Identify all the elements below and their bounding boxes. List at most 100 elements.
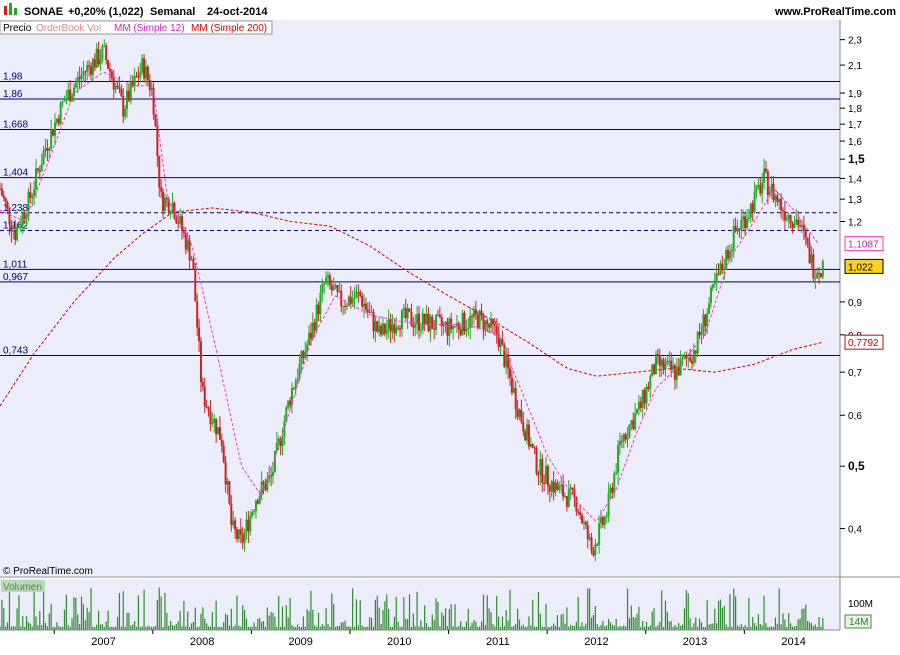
volume-bar xyxy=(340,622,342,630)
candle-body xyxy=(738,228,741,230)
volume-bar xyxy=(539,613,541,630)
volume-bar xyxy=(619,626,621,630)
volume-bar xyxy=(469,626,471,630)
volume-bar xyxy=(465,621,467,630)
candle-body xyxy=(203,386,206,407)
candle-body xyxy=(427,313,430,332)
volume-bar xyxy=(50,604,52,630)
volume-bar xyxy=(374,599,376,630)
candle-body xyxy=(226,481,229,485)
volume-bar xyxy=(414,626,416,630)
candle-body xyxy=(668,360,671,362)
volume-bar xyxy=(649,625,651,630)
x-tick-label: 2008 xyxy=(190,636,214,648)
volume-bar xyxy=(90,588,92,630)
candle-body xyxy=(421,313,424,330)
volume-bar xyxy=(693,623,695,630)
candle-body xyxy=(641,389,644,408)
volume-bar xyxy=(501,616,504,630)
volume-bar xyxy=(642,620,644,630)
y-tick-label: 0,9 xyxy=(848,298,862,309)
volume-bar xyxy=(346,626,348,630)
volume-bar xyxy=(498,616,500,630)
volume-bar xyxy=(560,614,562,630)
volume-bar xyxy=(262,621,265,630)
candle-body xyxy=(116,85,119,87)
legend-ma12[interactable]: MM (Simple 12) xyxy=(114,23,185,34)
candle-body xyxy=(336,285,339,292)
volume-bar xyxy=(611,624,613,630)
volume-bar xyxy=(82,604,85,630)
volume-bar xyxy=(573,625,576,630)
volume-bar xyxy=(706,600,708,630)
legend-ma200[interactable]: MM (Simple 200) xyxy=(191,23,267,34)
legend-orderbook[interactable]: OrderBook Vol xyxy=(36,23,101,34)
volume-bar xyxy=(723,605,725,630)
volume-bar xyxy=(435,598,437,630)
candle-body xyxy=(687,357,690,359)
site-link[interactable]: www.ProRealTime.com xyxy=(774,6,896,18)
candle-body xyxy=(579,512,582,515)
candle-body xyxy=(366,309,369,313)
volume-bar xyxy=(371,617,373,630)
volume-bar xyxy=(306,609,308,630)
candle-body xyxy=(59,102,62,124)
volume-bar xyxy=(551,626,553,630)
y-tick-label: 2,3 xyxy=(848,36,862,47)
volume-last-badge: 14M xyxy=(849,617,868,628)
volume-bar xyxy=(579,626,581,630)
candle-body xyxy=(609,487,612,493)
y-tick-label: 1,4 xyxy=(848,174,862,185)
candle-body xyxy=(167,199,170,214)
candle-body xyxy=(469,316,472,329)
volume-bar xyxy=(452,626,454,630)
candle-body xyxy=(490,318,493,328)
volume-bar xyxy=(357,625,359,630)
candle-body xyxy=(8,207,11,225)
volume-bar xyxy=(287,617,289,630)
volume-bar xyxy=(243,610,246,630)
candle-body xyxy=(363,303,366,307)
candle-body xyxy=(791,223,794,228)
candle-body xyxy=(725,249,728,269)
candle-body xyxy=(507,354,510,369)
candle-body xyxy=(438,314,441,317)
candle-body xyxy=(495,325,498,335)
candle-body xyxy=(253,510,256,513)
volume-bar xyxy=(678,623,680,630)
candle-body xyxy=(763,168,766,183)
candle-body xyxy=(715,273,718,283)
candle-body xyxy=(194,269,197,302)
candle-body xyxy=(228,481,231,504)
candle-body xyxy=(391,324,394,332)
volume-bar xyxy=(259,618,261,630)
watermark: © ProRealTime.com xyxy=(3,566,93,577)
level-label: 1,404 xyxy=(3,168,28,179)
volume-bar xyxy=(18,595,20,630)
volume-bar xyxy=(602,621,604,630)
candle-body xyxy=(691,360,694,364)
volume-bar xyxy=(661,590,663,630)
volume-bar xyxy=(187,611,189,630)
y-tick-label: 2,1 xyxy=(848,61,862,72)
candle-body xyxy=(730,249,733,252)
candle-body xyxy=(518,409,521,417)
candle-body xyxy=(708,303,711,314)
candle-body xyxy=(93,59,96,68)
volume-bar xyxy=(651,611,653,630)
candle-body xyxy=(759,184,762,194)
candle-body xyxy=(135,76,138,78)
volume-bar xyxy=(1,599,3,630)
y-tick-label: 0,6 xyxy=(848,411,862,422)
candle-body xyxy=(126,90,129,110)
candle-body xyxy=(512,387,515,393)
volume-bar xyxy=(185,626,187,630)
candle-body xyxy=(90,66,93,75)
volume-bar xyxy=(130,625,132,630)
volume-bar xyxy=(8,590,11,630)
candle-body xyxy=(556,482,559,491)
candle-body xyxy=(785,218,788,221)
volume-bar xyxy=(338,625,340,630)
volume-bar xyxy=(35,616,37,630)
volume-bar xyxy=(683,608,686,630)
